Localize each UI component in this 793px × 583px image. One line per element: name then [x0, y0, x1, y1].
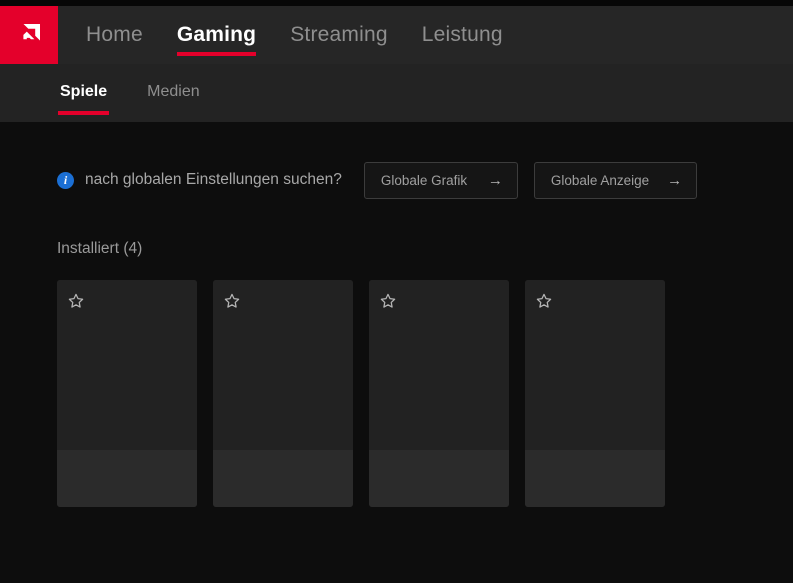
arrow-right-icon: → [487, 171, 503, 189]
tab-spiele[interactable]: Spiele [58, 69, 110, 117]
globale-anzeige-label: Globale Anzeige [550, 172, 650, 188]
radeon-software-window: Home Gaming Streaming Leistung Spiele Me… [0, 0, 793, 583]
global-settings-prompt: nach globalen Einstellungen suchen? [85, 171, 342, 188]
star-outline-icon[interactable] [67, 292, 85, 310]
star-outline-icon[interactable] [379, 292, 397, 310]
tab-medien[interactable]: Medien [145, 69, 201, 117]
game-card-thumbnail [369, 280, 509, 450]
tab-spiele-label: Spiele [60, 83, 108, 100]
primary-navigation: Home Gaming Streaming Leistung [86, 6, 537, 64]
nav-item-gaming-label: Gaming [176, 23, 257, 46]
game-card[interactable] [57, 280, 197, 507]
main-header: Home Gaming Streaming Leistung [0, 6, 793, 64]
game-card[interactable] [369, 280, 509, 507]
nav-item-gaming[interactable]: Gaming [176, 6, 257, 64]
nav-item-leistung[interactable]: Leistung [422, 6, 503, 64]
globale-anzeige-button[interactable]: Globale Anzeige → [533, 161, 698, 199]
globale-grafik-button[interactable]: Globale Grafik → [363, 161, 518, 199]
info-icon: i [57, 171, 74, 189]
game-card-footer [369, 450, 509, 507]
installed-section-title: Installiert (4) [57, 240, 143, 257]
game-card-thumbnail [57, 280, 197, 450]
arrow-right-icon: → [667, 171, 683, 189]
content-area: i nach globalen Einstellungen suchen? Gl… [0, 122, 793, 583]
game-card-footer [213, 450, 353, 507]
game-card[interactable] [525, 280, 665, 507]
game-card[interactable] [213, 280, 353, 507]
nav-item-leistung-label: Leistung [421, 23, 503, 46]
amd-logo-icon[interactable] [0, 6, 58, 64]
nav-item-streaming-label: Streaming [290, 23, 388, 46]
global-settings-row: i nach globalen Einstellungen suchen? Gl… [57, 158, 793, 202]
nav-item-home-label: Home [86, 23, 143, 46]
tab-medien-label: Medien [147, 83, 200, 100]
game-card-thumbnail [525, 280, 665, 450]
game-card-footer [57, 450, 197, 507]
game-card-thumbnail [213, 280, 353, 450]
installed-games-grid [57, 280, 793, 507]
game-card-footer [525, 450, 665, 507]
globale-grafik-label: Globale Grafik [380, 172, 468, 188]
nav-item-home[interactable]: Home [86, 6, 143, 64]
secondary-navigation: Spiele Medien [0, 64, 793, 122]
star-outline-icon[interactable] [535, 292, 553, 310]
star-outline-icon[interactable] [223, 292, 241, 310]
nav-item-streaming[interactable]: Streaming [290, 6, 388, 64]
